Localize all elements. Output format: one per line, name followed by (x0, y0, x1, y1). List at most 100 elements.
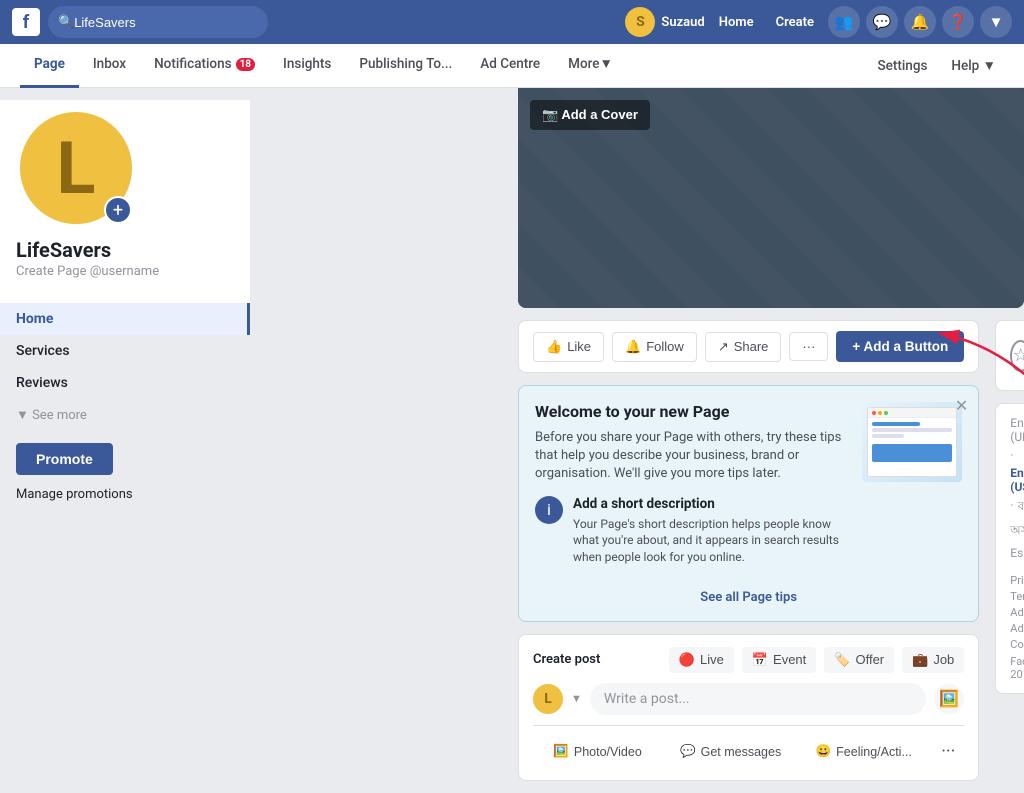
chevron-icon-btn[interactable]: ▼ (980, 6, 1012, 38)
more-button[interactable]: ··· (789, 332, 828, 361)
tab-insights[interactable]: Insights (269, 44, 345, 88)
tab-publishing[interactable]: Publishing To... (345, 44, 466, 88)
action-bar: 👍 Like 🔔 Follow ↗ Share ··· (518, 320, 979, 373)
photo-video-button[interactable]: 🖼️ Photo/Video (533, 736, 662, 768)
lang-link-espanol[interactable]: Español (1010, 546, 1024, 560)
language-links: English (UK) · English (US) · বাংলা · অস… (1010, 416, 1024, 560)
like-button[interactable]: 👍 Like (533, 332, 604, 362)
welcome-card-desc: Before you share your Page with others, … (535, 429, 850, 484)
help-label: Help (951, 58, 979, 74)
photo-video-label: Photo/Video (574, 745, 642, 759)
post-image-button[interactable]: 🖼️ (934, 684, 964, 714)
add-avatar-button[interactable]: + (104, 196, 132, 224)
see-all-tips-link[interactable]: See all Page tips (535, 590, 962, 605)
top-navigation: f 🔍 S Suzaud Home Create 👥 💬 🔔 ❓ ▼ (0, 0, 1024, 44)
search-bar[interactable]: 🔍 (48, 6, 268, 38)
live-button[interactable]: 🔴 Live (669, 647, 734, 673)
home-nav-link[interactable]: Home (711, 11, 762, 34)
page-navigation: Page Inbox Notifications 18 Insights Pub… (0, 44, 1024, 88)
search-input[interactable] (74, 15, 234, 30)
people-icon-btn[interactable]: 👥 (828, 6, 860, 38)
question-icon-btn[interactable]: ❓ (942, 6, 974, 38)
event-label: Event (773, 652, 806, 667)
footer-terms[interactable]: Terms (1010, 590, 1024, 603)
job-button[interactable]: 💼 Job (902, 647, 964, 673)
user-pill[interactable]: S Suzaud (625, 7, 704, 37)
post-input-area[interactable]: Write a post... (590, 683, 926, 715)
feed-area: 👍 Like 🔔 Follow ↗ Share ··· (518, 308, 1024, 793)
lang-link-english-us[interactable]: English (US) (1010, 466, 1024, 494)
welcome-card-image (862, 402, 962, 482)
footer-adchoices[interactable]: AdChoices▶ (1010, 622, 1024, 635)
mini-line-1 (872, 422, 920, 426)
manage-promotions-link[interactable]: Manage promotions (0, 481, 250, 508)
footer-copyright: Facebook © 2019 (1010, 655, 1024, 681)
lang-link-assamese[interactable]: অসমীয়া (1010, 522, 1024, 542)
add-desc-icon: i (535, 496, 563, 524)
tab-notifications-label: Notifications (154, 56, 231, 72)
settings-button[interactable]: Settings (869, 54, 935, 78)
ellipsis-icon: ··· (802, 339, 815, 354)
add-desc-body: Your Page's short description helps peop… (573, 516, 850, 566)
welcome-card-inner: Welcome to your new Page Before you shar… (535, 402, 962, 578)
lang-link-english-uk[interactable]: English (UK) (1010, 416, 1024, 444)
tab-more[interactable]: More ▼ (554, 44, 627, 88)
tab-notifications[interactable]: Notifications 18 (140, 44, 269, 88)
tab-adcentre[interactable]: Ad Centre (466, 44, 554, 88)
lang-link-bengali[interactable]: বাংলা (1017, 498, 1024, 518)
language-card: English (UK) · English (US) · বাংলা · অস… (995, 403, 1024, 694)
sidebar-item-services[interactable]: Services (0, 335, 250, 367)
offer-button[interactable]: 🏷️ Offer (824, 647, 894, 673)
sidebar-item-home[interactable]: Home (0, 303, 250, 335)
see-more-button[interactable]: ▼ See more (0, 399, 250, 431)
add-cover-button[interactable]: 📷 Add a Cover (530, 100, 650, 130)
profile-section: L + LifeSavers Create Page @username (0, 100, 250, 303)
mini-browser (867, 407, 957, 477)
post-avatar: L (533, 684, 563, 714)
tab-more-label: More (568, 56, 599, 72)
browser-dot-yellow (878, 411, 882, 415)
event-icon: 📅 (752, 652, 768, 668)
help-chevron-icon: ▼ (983, 58, 996, 74)
messenger-icon-btn[interactable]: 💬 (866, 6, 898, 38)
footer-privacy[interactable]: Privacy (1010, 574, 1024, 587)
page-nav-right: Settings Help ▼ (869, 54, 1004, 78)
mini-browser-bar (868, 408, 956, 418)
sidebar-item-reviews[interactable]: Reviews (0, 367, 250, 399)
add-desc-text: Add a short description Your Page's shor… (573, 496, 850, 578)
close-button[interactable]: ✕ (955, 396, 968, 415)
feeling-button[interactable]: 😀 Feeling/Acti... (799, 736, 928, 768)
mini-banner (872, 444, 952, 462)
footer-cookies[interactable]: Cookies (1010, 638, 1024, 651)
bell-icon-btn[interactable]: 🔔 (904, 6, 936, 38)
notifications-badge: 18 (236, 58, 255, 71)
top-nav-right: S Suzaud Home Create 👥 💬 🔔 ❓ ▼ (625, 6, 1012, 38)
share-button[interactable]: ↗ Share (705, 332, 782, 362)
get-messages-button[interactable]: 💬 Get messages (666, 736, 795, 768)
create-nav-link[interactable]: Create (768, 11, 822, 34)
search-icon: 🔍 (58, 15, 74, 30)
footer-advertising[interactable]: Advertising (1010, 606, 1024, 619)
mini-line-3 (872, 434, 904, 438)
tab-inbox[interactable]: Inbox (79, 44, 140, 88)
promote-button[interactable]: Promote (16, 443, 113, 475)
share-label: Share (734, 339, 769, 354)
add-desc-section: i Add a short description Your Page's sh… (535, 496, 850, 578)
messenger-action-icon: 💬 (680, 744, 696, 759)
help-button[interactable]: Help ▼ (943, 54, 1004, 78)
create-post-header: Create post 🔴 Live 📅 Event 🏷️ (533, 647, 964, 673)
photo-video-icon: 🖼️ (553, 744, 569, 759)
add-desc-heading: Add a short description (573, 496, 850, 512)
thumbs-up-icon: 👍 (546, 339, 562, 355)
event-button[interactable]: 📅 Event (742, 647, 816, 673)
footer-links: Privacy · Terms · Advertising · AdChoice… (1010, 574, 1024, 651)
job-label: Job (933, 652, 954, 667)
feeling-label: Feeling/Acti... (836, 745, 912, 759)
follow-button[interactable]: 🔔 Follow (612, 332, 697, 362)
offer-label: Offer (855, 652, 884, 667)
post-more-button[interactable]: ··· (932, 736, 964, 768)
mini-line-2 (872, 428, 952, 432)
tab-page[interactable]: Page (20, 44, 79, 88)
create-post-card: Create post 🔴 Live 📅 Event 🏷️ (518, 634, 979, 781)
page-name: LifeSavers (16, 238, 111, 262)
